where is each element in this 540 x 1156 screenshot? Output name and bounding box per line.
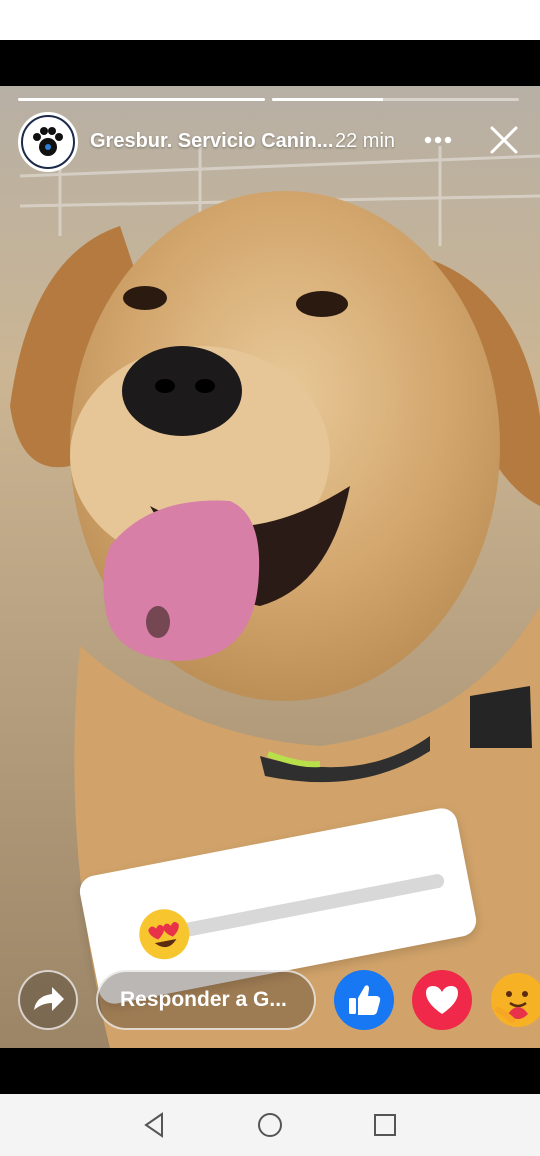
heart-icon [426,986,458,1014]
reply-input[interactable]: Responder a G... [96,970,316,1030]
paw-logo-icon [21,115,75,169]
story-progress-1 [18,98,265,101]
recents-icon[interactable] [370,1110,400,1140]
emoji-slider-track[interactable] [167,872,446,941]
care-emoji-icon [491,973,540,1027]
like-reaction-button[interactable] [334,970,394,1030]
story-time: 22 min [335,130,396,152]
thumbs-up-icon [349,985,381,1015]
share-button[interactable] [18,970,78,1030]
share-arrow-icon [34,987,64,1011]
system-navigation-bar [0,1094,540,1156]
back-icon[interactable] [140,1110,170,1140]
page-avatar[interactable] [18,112,78,172]
status-bar [0,0,540,40]
love-reaction-button[interactable] [412,970,472,1030]
close-icon[interactable] [486,122,522,158]
top-letterbox [0,40,540,86]
story-viewer[interactable]: Gresbur. Servicio Canin... 22 min Respon… [0,86,540,1048]
home-icon[interactable] [255,1110,285,1140]
page-name[interactable]: Gresbur. Servicio Canin... [90,130,333,153]
heart-eyes-emoji-icon[interactable] [133,903,196,966]
more-options-icon[interactable] [420,122,456,158]
story-progress-2 [272,98,519,101]
story-header: Gresbur. Servicio Canin... 22 min [0,110,540,172]
bottom-letterbox [0,1048,540,1094]
care-reaction-button[interactable] [488,970,540,1030]
